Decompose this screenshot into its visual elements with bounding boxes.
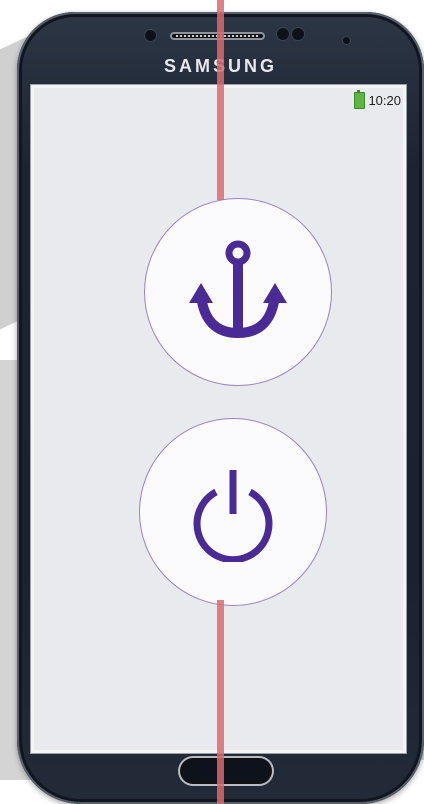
anchor-button[interactable] [144, 198, 332, 386]
phone-screen: 10:20 [34, 88, 403, 750]
home-button[interactable] [178, 756, 274, 786]
power-icon [193, 470, 273, 562]
proximity-sensor [277, 28, 289, 40]
brand-logo: SAMSUNG [163, 56, 277, 76]
status-time: 10:20 [368, 92, 401, 108]
status-bar: 10:20 [354, 89, 401, 109]
earpiece-speaker [170, 32, 265, 40]
front-camera [343, 37, 350, 44]
power-button[interactable] [139, 418, 327, 606]
battery-icon [354, 89, 366, 109]
front-sensor [145, 30, 156, 41]
anchor-icon [189, 240, 287, 339]
light-sensor [292, 28, 304, 40]
phone-frame: SAMSUNG 10:20 [17, 12, 424, 804]
